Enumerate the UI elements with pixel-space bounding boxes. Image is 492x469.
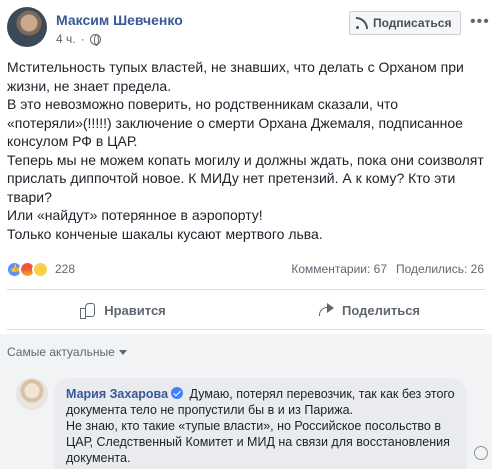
- comment-text: Мария Захарова Думаю, потерял перевозчик…: [66, 386, 461, 466]
- comments-count[interactable]: Комментарии: 67: [291, 262, 387, 276]
- more-options-icon[interactable]: •••: [470, 14, 490, 30]
- divider: [7, 289, 485, 290]
- post-paragraph: Теперь мы не можем копать могилу и должн…: [7, 151, 484, 205]
- author-name[interactable]: Максим Шевченко: [56, 12, 183, 28]
- post-time[interactable]: 4 ч.: [56, 32, 76, 46]
- comment-author[interactable]: Мария Захарова: [66, 387, 168, 401]
- share-arrow-icon: [318, 303, 334, 317]
- shares-count[interactable]: Поделились: 26: [396, 262, 484, 276]
- post-body: Мстительность тупых властей, не знавших,…: [7, 58, 485, 243]
- post-paragraph: В это невозможно поверить, но родственни…: [7, 96, 463, 149]
- like-label: Нравится: [104, 302, 166, 318]
- reactions-summary[interactable]: 228: [6, 260, 75, 278]
- emoji-reaction-icon[interactable]: [474, 446, 488, 460]
- like-button[interactable]: Нравится: [0, 294, 246, 326]
- subscribe-button[interactable]: Подписаться: [349, 11, 461, 35]
- comment-bubble: Мария Захарова Думаю, потерял перевозчик…: [54, 378, 467, 469]
- dot-separator: ·: [80, 32, 85, 46]
- rss-icon: [356, 17, 368, 29]
- commenter-avatar[interactable]: [16, 378, 48, 410]
- comment-sort-dropdown[interactable]: Самые актуальные: [7, 345, 127, 359]
- share-label: Поделиться: [341, 302, 421, 318]
- thumbs-up-icon: [80, 302, 96, 319]
- comment-line: Не знаю, кто такие «тупые власти», но Ро…: [66, 419, 450, 465]
- post-stats: Комментарии: 67 Поделились: 26: [291, 262, 484, 276]
- comments-section: Самые актуальные Мария Захарова Думаю, п…: [0, 334, 492, 469]
- post-paragraph: Только конченые шакалы кусают мертвого л…: [7, 225, 323, 242]
- post-meta: 4 ч. ·: [56, 32, 101, 46]
- post-actions: Нравится Поделиться: [0, 294, 492, 326]
- post-paragraph: Мстительность тупых властей, не знавших,…: [7, 59, 464, 94]
- author-avatar[interactable]: [7, 7, 47, 47]
- reaction-count[interactable]: 228: [55, 262, 75, 276]
- share-button[interactable]: Поделиться: [246, 294, 492, 326]
- sort-label: Самые актуальные: [7, 345, 115, 359]
- verified-badge-icon: [171, 387, 184, 399]
- post-paragraph: Или «найдут» потерянное в аэропорту!: [7, 207, 263, 223]
- globe-icon[interactable]: [89, 33, 101, 46]
- sad-reaction-icon: [32, 260, 49, 278]
- subscribe-label: Подписаться: [373, 16, 452, 30]
- chevron-down-icon: [118, 349, 127, 355]
- divider: [7, 329, 485, 330]
- post-header: Максим Шевченко 4 ч. · Подписаться •••: [0, 0, 492, 58]
